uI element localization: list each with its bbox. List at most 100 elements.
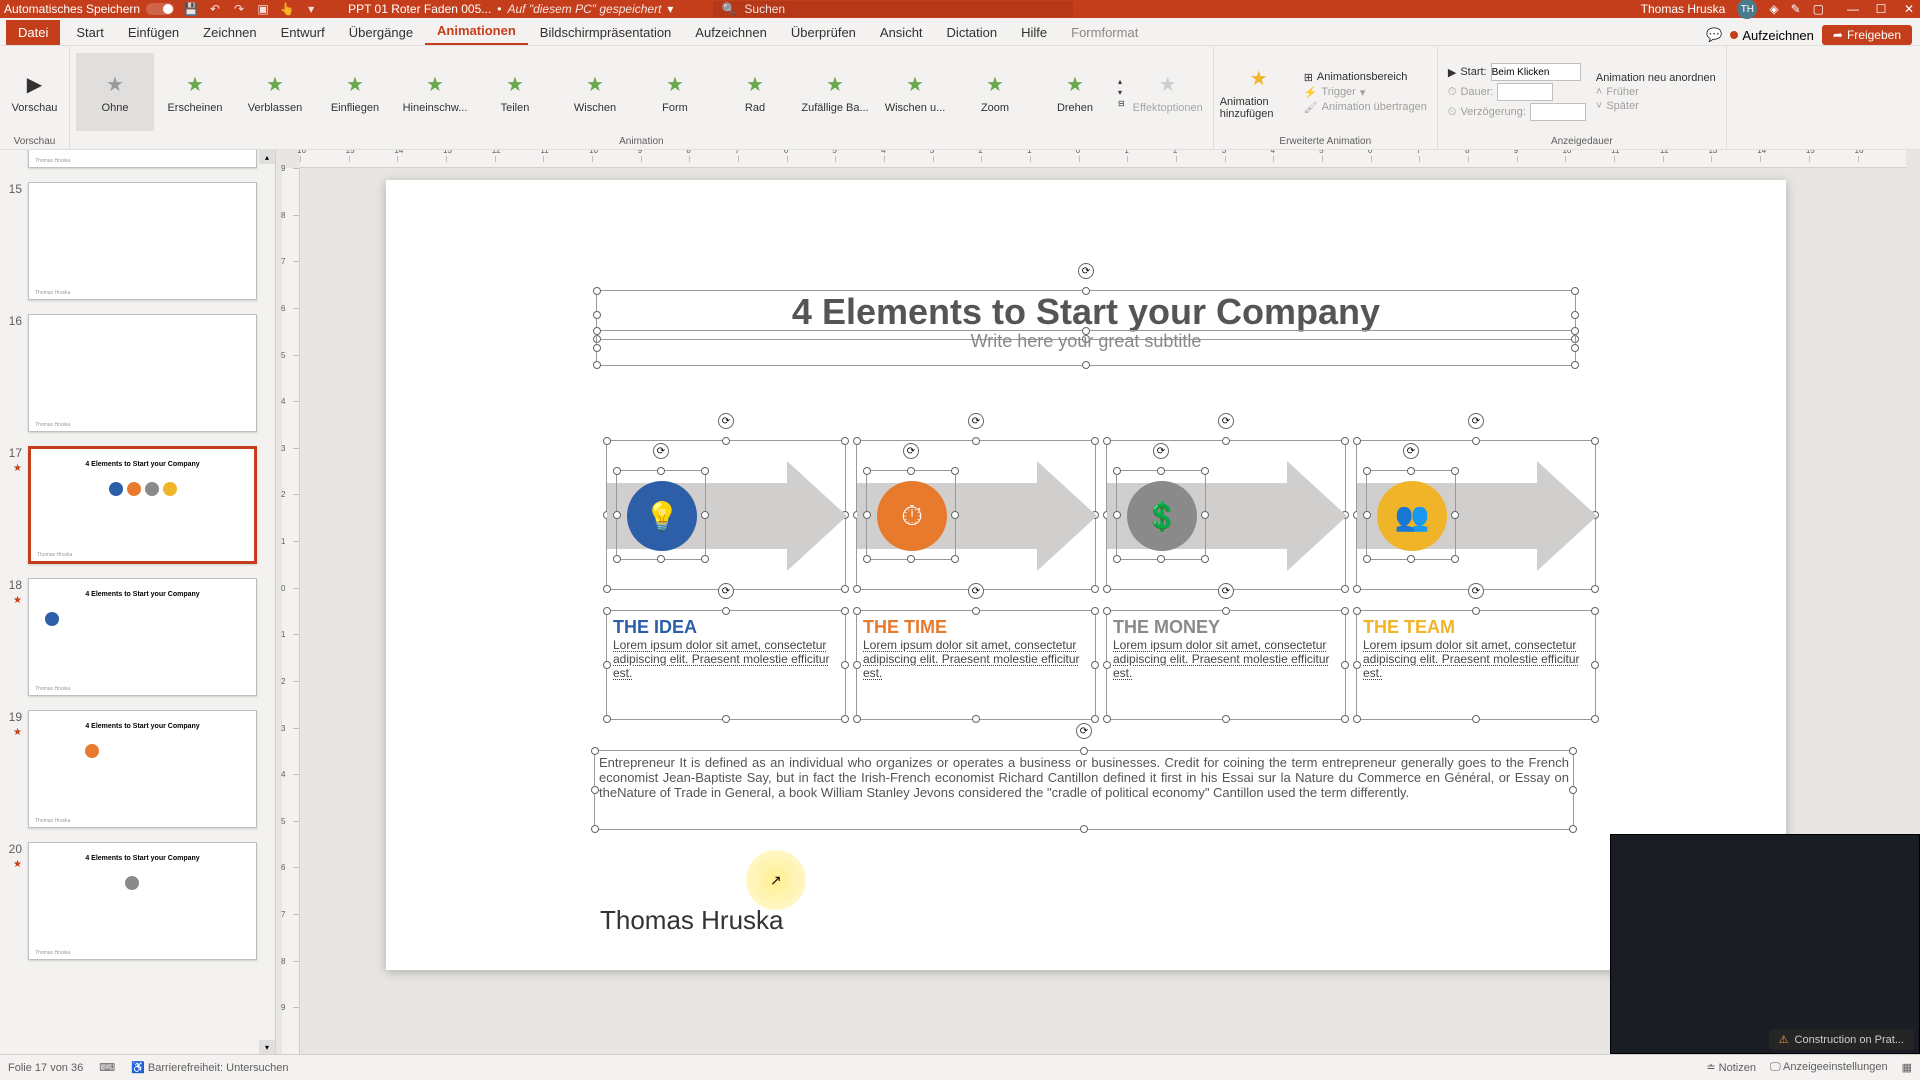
accessibility-button[interactable]: ♿ Barrierefreiheit: Untersuchen	[131, 1061, 288, 1074]
close-button[interactable]: ✕	[1902, 2, 1916, 16]
tab-slideshow[interactable]: Bildschirmpräsentation	[528, 20, 684, 45]
slide-footer: Thomas Hruska	[600, 905, 784, 936]
comments-icon[interactable]: 💬	[1706, 27, 1722, 43]
redo-icon[interactable]: ↷	[232, 2, 246, 16]
scroll-up-icon[interactable]: ▴	[259, 150, 275, 164]
anim-spin[interactable]: ★Drehen	[1036, 53, 1114, 131]
anim-appear[interactable]: ★Erscheinen	[156, 53, 234, 131]
search-input[interactable]	[744, 2, 1065, 16]
tab-animations[interactable]: Animationen	[425, 18, 528, 45]
preview-button[interactable]: ▶Vorschau	[6, 53, 63, 131]
rotate-handle-icon[interactable]	[1078, 263, 1094, 279]
vertical-ruler: 9876543210123456789	[282, 168, 300, 1054]
gallery-down-icon[interactable]: ▾	[1118, 88, 1125, 97]
scroll-down-icon[interactable]: ▾	[259, 1040, 275, 1054]
quick-access-toolbar: 💾 ↶ ↷ ▣ 👆 ▾	[184, 2, 318, 16]
card-text-2[interactable]: THE MONEYLorem ipsum dolor sit amet, con…	[1106, 610, 1346, 720]
undo-icon[interactable]: ↶	[208, 2, 222, 16]
anim-wipe[interactable]: ★Wischen	[556, 53, 634, 131]
normal-view-icon[interactable]: ▦	[1902, 1061, 1912, 1074]
thumb-19[interactable]: 19★4 Elements to Start your CompanyThoma…	[4, 710, 257, 828]
animation-pane-button[interactable]: ⊞ Animationsbereich	[1304, 71, 1427, 84]
icon-circle-2[interactable]: 💲	[1116, 470, 1206, 560]
anim-wheel[interactable]: ★Rad	[716, 53, 794, 131]
save-icon[interactable]: 💾	[184, 2, 198, 16]
anim-floatin[interactable]: ★Hineinschw...	[396, 53, 474, 131]
tab-file[interactable]: Datei	[6, 20, 60, 45]
thumb-14-partial[interactable]: Thomas Hruska	[4, 150, 257, 168]
record-button[interactable]: Aufzeichnen	[1730, 28, 1814, 43]
slide-thumbnails[interactable]: ▴ Thomas Hruska 15Thomas Hruska 16Thomas…	[0, 150, 276, 1054]
minimize-button[interactable]: —	[1846, 2, 1860, 16]
gallery-more-icon[interactable]: ⊟	[1118, 99, 1125, 108]
filename-area[interactable]: PPT 01 Roter Faden 005... • Auf "diesem …	[348, 2, 673, 16]
notes-button[interactable]: ≐ Notizen	[1706, 1061, 1756, 1074]
anim-none[interactable]: ★Ohne	[76, 53, 154, 131]
search-box[interactable]: 🔍	[713, 1, 1073, 17]
rotate-handle-icon[interactable]	[1076, 723, 1092, 739]
effect-options-button: ★Effektoptionen	[1129, 53, 1207, 131]
move-later-button[interactable]: ˅ Später	[1596, 100, 1716, 112]
qat-more-icon[interactable]: ▾	[304, 2, 318, 16]
gallery-up-icon[interactable]: ▴	[1118, 77, 1125, 86]
thumb-18[interactable]: 18★4 Elements to Start your CompanyThoma…	[4, 578, 257, 696]
subtitle-shape[interactable]: Write here your great subtitle	[596, 330, 1576, 366]
slide[interactable]: 4 Elements to Start your Company Write h…	[386, 180, 1786, 970]
thumb-16[interactable]: 16Thomas Hruska	[4, 314, 257, 432]
present-icon[interactable]: ▣	[256, 2, 270, 16]
pen-icon[interactable]: ✎	[1791, 2, 1801, 16]
card-text-0[interactable]: THE IDEALorem ipsum dolor sit amet, cons…	[606, 610, 846, 720]
horizontal-ruler: 1615141312111098765432101234567891011121…	[300, 150, 1906, 168]
tab-dictation[interactable]: Dictation	[935, 20, 1010, 45]
tab-transitions[interactable]: Übergänge	[337, 20, 425, 45]
thumb-17[interactable]: 17★4 Elements to Start your CompanyThoma…	[4, 446, 257, 564]
delay-label: Verzögerung:	[1460, 106, 1525, 118]
tab-draw[interactable]: Zeichnen	[191, 20, 268, 45]
news-widget[interactable]: Construction on Prat...	[1769, 1029, 1914, 1050]
start-input[interactable]	[1491, 63, 1581, 81]
duration-input[interactable]	[1497, 83, 1553, 101]
anim-grow[interactable]: ★Wischen u...	[876, 53, 954, 131]
delay-input[interactable]	[1530, 103, 1586, 121]
anim-split[interactable]: ★Teilen	[476, 53, 554, 131]
anim-zoom[interactable]: ★Zoom	[956, 53, 1034, 131]
add-animation-button[interactable]: ★Animation hinzufügen	[1220, 53, 1298, 131]
icon-circle-3[interactable]: 👥	[1366, 470, 1456, 560]
tab-start[interactable]: Start	[64, 20, 115, 45]
anim-shape[interactable]: ★Form	[636, 53, 714, 131]
tab-shape-format[interactable]: Formformat	[1059, 20, 1150, 45]
paragraph-text: Entrepreneur It is defined as an individ…	[599, 755, 1569, 800]
paragraph-shape[interactable]: Entrepreneur It is defined as an individ…	[594, 750, 1574, 830]
anim-fade[interactable]: ★Verblassen	[236, 53, 314, 131]
icon-circle-0[interactable]: 💡	[616, 470, 706, 560]
tab-design[interactable]: Entwurf	[269, 20, 337, 45]
display-settings-button[interactable]: 🖵 Anzeigeeinstellungen	[1770, 1061, 1888, 1074]
thumb-15[interactable]: 15Thomas Hruska	[4, 182, 257, 300]
tab-review[interactable]: Überprüfen	[779, 20, 868, 45]
move-earlier-button[interactable]: ˄ Früher	[1596, 86, 1716, 98]
tab-view[interactable]: Ansicht	[868, 20, 935, 45]
tab-insert[interactable]: Einfügen	[116, 20, 191, 45]
thumb-20[interactable]: 20★4 Elements to Start your CompanyThoma…	[4, 842, 257, 960]
share-button[interactable]: ➦Freigeben	[1822, 25, 1912, 45]
window-icon[interactable]: ▢	[1813, 2, 1824, 16]
diamond-icon[interactable]: ◈	[1769, 2, 1778, 16]
touch-icon[interactable]: 👆	[280, 2, 294, 16]
toggle-icon[interactable]	[146, 3, 174, 15]
webcam-overlay	[1610, 834, 1920, 1054]
trigger-button[interactable]: ⚡ Trigger ▾	[1304, 86, 1427, 99]
language-icon[interactable]: ⌨	[99, 1061, 115, 1074]
avatar[interactable]: TH	[1737, 0, 1757, 19]
animation-painter-button[interactable]: 🖌 Animation übertragen	[1304, 101, 1427, 114]
animation-gallery[interactable]: ★Ohne ★Erscheinen ★Verblassen ★Einfliege…	[76, 50, 1207, 134]
chevron-down-icon[interactable]: ▾	[667, 2, 673, 16]
autosave-toggle[interactable]: Automatisches Speichern	[4, 2, 174, 16]
icon-circle-1[interactable]: ⏱	[866, 470, 956, 560]
anim-random[interactable]: ★Zufällige Ba...	[796, 53, 874, 131]
maximize-button[interactable]: ☐	[1874, 2, 1888, 16]
card-text-3[interactable]: THE TEAMLorem ipsum dolor sit amet, cons…	[1356, 610, 1596, 720]
anim-flyin[interactable]: ★Einfliegen	[316, 53, 394, 131]
tab-help[interactable]: Hilfe	[1009, 20, 1059, 45]
card-text-1[interactable]: THE TIMELorem ipsum dolor sit amet, cons…	[856, 610, 1096, 720]
tab-record[interactable]: Aufzeichnen	[683, 20, 779, 45]
